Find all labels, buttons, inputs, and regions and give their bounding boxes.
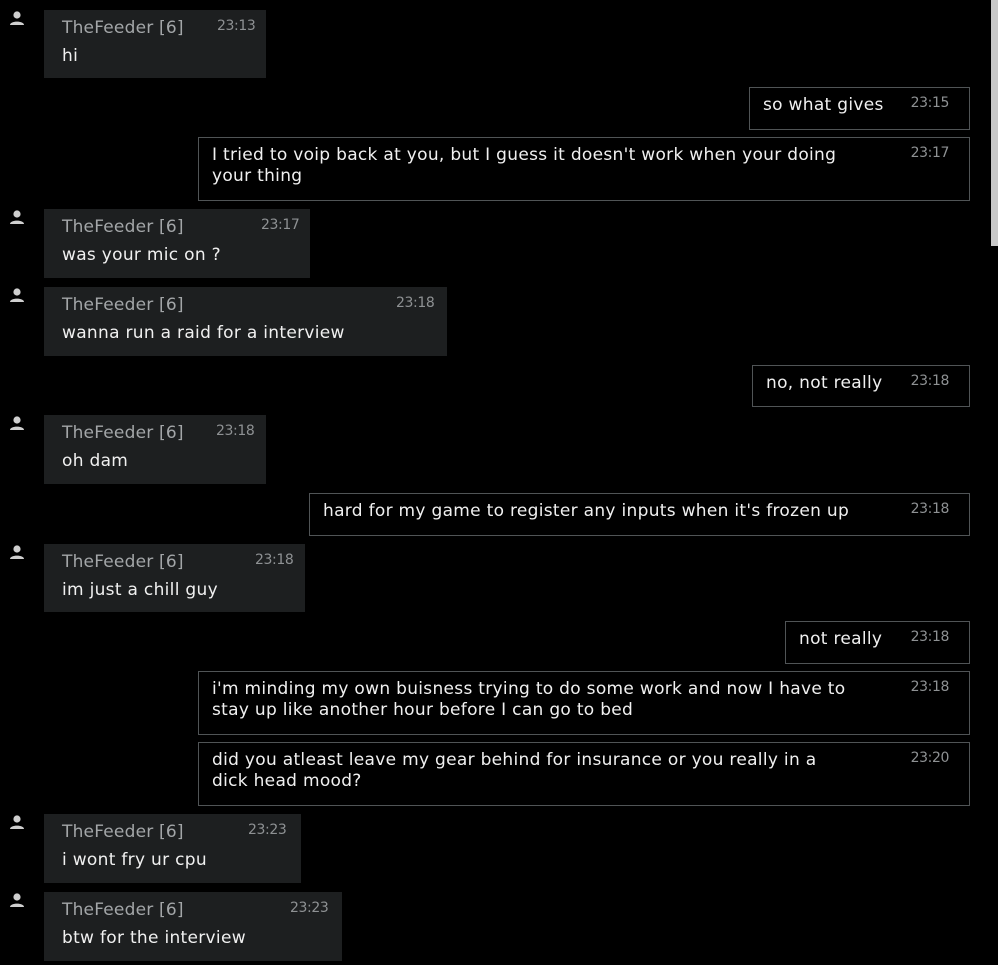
message-time: 23:18 bbox=[910, 501, 950, 517]
sender-name[interactable]: TheFeeder [6] bbox=[62, 423, 184, 443]
message-time: 23:15 bbox=[910, 95, 950, 111]
sender-name[interactable]: TheFeeder [6] bbox=[62, 18, 184, 38]
incoming-message: TheFeeder [6] 23:18 oh dam bbox=[0, 415, 990, 485]
outgoing-message: I tried to voip back at you, but I guess… bbox=[198, 137, 970, 201]
message-time: 23:17 bbox=[261, 217, 300, 233]
incoming-bubble: TheFeeder [6] 23:18 oh dam bbox=[44, 415, 266, 484]
chat-log: TheFeeder [6] 23:13 hi so what gives 23:… bbox=[0, 0, 990, 965]
message-text: btw for the interview bbox=[62, 928, 246, 948]
outgoing-message: i'm minding my own buisness trying to do… bbox=[198, 671, 970, 735]
outgoing-message: hard for my game to register any inputs … bbox=[309, 493, 970, 536]
user-avatar-icon bbox=[10, 288, 24, 302]
incoming-message: TheFeeder [6] 23:23 btw for the intervie… bbox=[0, 892, 990, 965]
incoming-message: TheFeeder [6] 23:18 im just a chill guy bbox=[0, 544, 990, 614]
message-time: 23:18 bbox=[216, 423, 255, 439]
incoming-bubble: TheFeeder [6] 23:23 btw for the intervie… bbox=[44, 892, 342, 961]
incoming-bubble: TheFeeder [6] 23:18 im just a chill guy bbox=[44, 544, 305, 612]
sender-name[interactable]: TheFeeder [6] bbox=[62, 822, 184, 842]
user-avatar-icon bbox=[10, 545, 24, 559]
outgoing-message: so what gives 23:15 bbox=[749, 87, 970, 130]
message-time: 23:18 bbox=[910, 679, 950, 695]
outgoing-message: not really 23:18 bbox=[785, 621, 970, 664]
message-text: i wont fry ur cpu bbox=[62, 850, 207, 870]
incoming-message: TheFeeder [6] 23:18 wanna run a raid for… bbox=[0, 287, 990, 357]
incoming-message: TheFeeder [6] 23:23 i wont fry ur cpu bbox=[0, 814, 990, 884]
message-time: 23:23 bbox=[290, 900, 329, 916]
message-time: 23:18 bbox=[910, 629, 950, 645]
message-time: 23:18 bbox=[396, 295, 435, 311]
message-text: hi bbox=[62, 46, 79, 66]
user-avatar-icon bbox=[10, 815, 24, 829]
incoming-message: TheFeeder [6] 23:13 hi bbox=[0, 0, 990, 80]
message-text: was your mic on ? bbox=[62, 245, 221, 265]
message-text: hard for my game to register any inputs … bbox=[323, 501, 850, 521]
message-text: so what gives bbox=[763, 95, 884, 115]
message-text: did you atleast leave my gear behind for… bbox=[212, 750, 817, 791]
outgoing-message: did you atleast leave my gear behind for… bbox=[198, 742, 970, 806]
message-time: 23:18 bbox=[255, 552, 294, 568]
message-text: im just a chill guy bbox=[62, 580, 218, 600]
message-time: 23:20 bbox=[910, 750, 950, 766]
sender-name[interactable]: TheFeeder [6] bbox=[62, 217, 184, 237]
message-text: oh dam bbox=[62, 451, 129, 471]
message-text: i'm minding my own buisness trying to do… bbox=[212, 679, 846, 720]
user-avatar-icon bbox=[10, 416, 24, 430]
incoming-bubble: TheFeeder [6] 23:18 wanna run a raid for… bbox=[44, 287, 447, 356]
sender-name[interactable]: TheFeeder [6] bbox=[62, 900, 184, 920]
message-text: wanna run a raid for a interview bbox=[62, 323, 345, 343]
user-avatar-icon bbox=[10, 11, 24, 25]
sender-name[interactable]: TheFeeder [6] bbox=[62, 552, 184, 572]
incoming-bubble: TheFeeder [6] 23:17 was your mic on ? bbox=[44, 209, 310, 278]
sender-name[interactable]: TheFeeder [6] bbox=[62, 295, 184, 315]
user-avatar-icon bbox=[10, 210, 24, 224]
scrollbar[interactable] bbox=[990, 0, 998, 965]
message-time: 23:13 bbox=[217, 18, 256, 34]
message-time: 23:23 bbox=[248, 822, 287, 838]
incoming-message: TheFeeder [6] 23:17 was your mic on ? bbox=[0, 209, 990, 279]
message-text: not really bbox=[799, 629, 883, 649]
user-avatar-icon bbox=[10, 893, 24, 907]
incoming-bubble: TheFeeder [6] 23:13 hi bbox=[44, 10, 266, 78]
message-time: 23:18 bbox=[910, 373, 950, 389]
outgoing-message: no, not really 23:18 bbox=[752, 365, 970, 407]
message-text: I tried to voip back at you, but I guess… bbox=[212, 145, 837, 186]
message-text: no, not really bbox=[766, 373, 883, 393]
message-time: 23:17 bbox=[910, 145, 950, 161]
scrollbar-thumb[interactable] bbox=[991, 0, 998, 246]
incoming-bubble: TheFeeder [6] 23:23 i wont fry ur cpu bbox=[44, 814, 301, 883]
